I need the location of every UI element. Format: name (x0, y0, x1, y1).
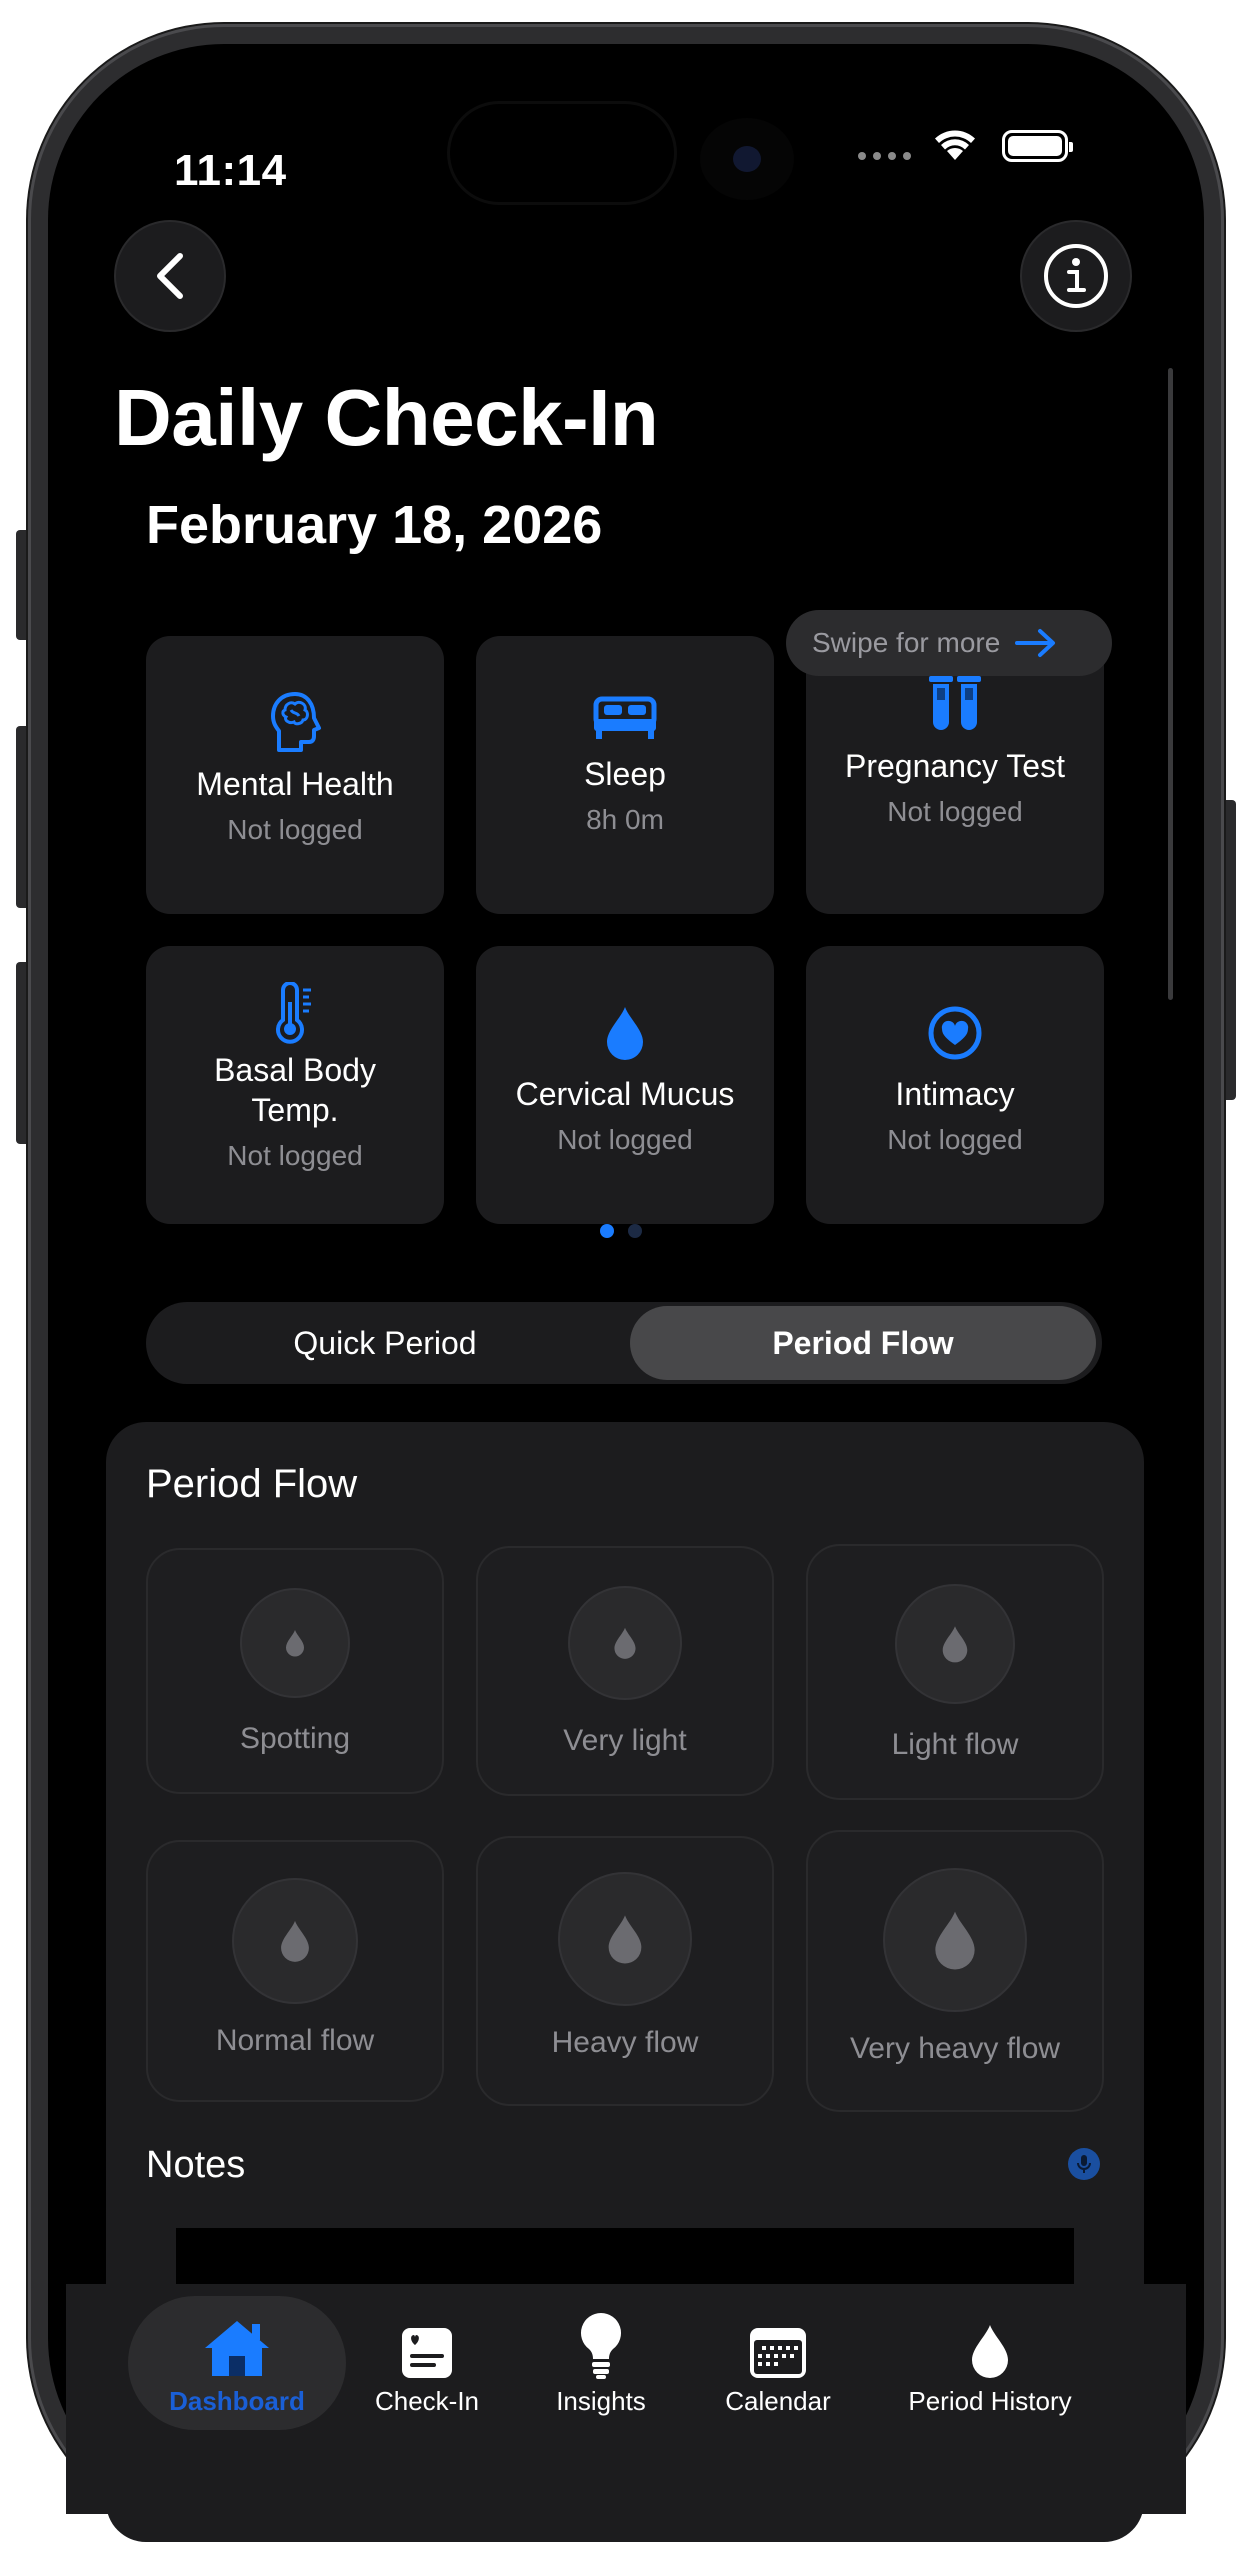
notes-label: Notes (146, 2144, 246, 2186)
status-time: 11:14 (174, 146, 287, 195)
page-indicator[interactable] (600, 1224, 642, 1238)
tab-insights[interactable]: Insights (534, 2310, 668, 2417)
tile-label: Basal Body Temp. (214, 1052, 376, 1128)
signal-icon (858, 152, 911, 160)
drop-icon (240, 1588, 350, 1698)
drop-icon (232, 1878, 358, 2004)
page-dot (628, 1224, 642, 1238)
flow-option-label: Very heavy flow (849, 2032, 1061, 2065)
tab-label: Insights (556, 2386, 646, 2416)
tile-pregnancy-test[interactable]: Pregnancy Test Not logged (806, 636, 1104, 914)
tab-label: Check-In (374, 2386, 480, 2416)
tile-label: Sleep (584, 756, 666, 792)
drop-icon (603, 998, 647, 1068)
thermometer-icon (273, 982, 317, 1044)
drop-icon (883, 1868, 1027, 2012)
flow-option-label: Normal flow (215, 2024, 375, 2057)
heart-circle-icon (927, 998, 983, 1068)
swipe-hint[interactable]: Swipe for more (786, 610, 1112, 676)
tab-label: Dashboard (169, 2386, 305, 2416)
tab-label: Calendar (725, 2386, 831, 2416)
test-tubes-icon (927, 670, 983, 740)
checkin-icon (400, 2310, 454, 2380)
tile-cervical-mucus[interactable]: Cervical Mucus Not logged (476, 946, 774, 1224)
tile-status: 8h 0m (586, 804, 664, 835)
tile-status: Not logged (887, 1124, 1023, 1155)
tile-basal-body-temp[interactable]: Basal Body Temp. Not logged (146, 946, 444, 1224)
drop-icon (568, 1586, 682, 1700)
drop-icon (968, 2310, 1012, 2380)
flow-option-label: Light flow (891, 1728, 1019, 1761)
wifi-icon (932, 126, 978, 167)
back-button[interactable] (114, 220, 226, 332)
flow-option-label: Spotting (239, 1722, 351, 1755)
tile-status: Not logged (227, 1140, 363, 1171)
tile-status: Not logged (227, 814, 363, 845)
lightbulb-icon (578, 2310, 624, 2380)
tile-label: Pregnancy Test (845, 748, 1065, 784)
info-button[interactable] (1020, 220, 1132, 332)
tile-status: Not logged (887, 796, 1023, 827)
mic-icon (1077, 2155, 1091, 2173)
tile-intimacy[interactable]: Intimacy Not logged (806, 946, 1104, 1224)
drop-icon (558, 1872, 692, 2006)
swipe-hint-label: Swipe for more (812, 627, 1001, 658)
page-date: February 18, 2026 (146, 495, 603, 555)
tab-calendar[interactable]: Calendar (708, 2310, 848, 2417)
tile-mental-health[interactable]: Mental Health Not logged (146, 636, 444, 914)
battery-icon (1002, 130, 1073, 162)
drop-icon (895, 1584, 1015, 1704)
tile-label: Mental Health (196, 766, 394, 802)
scrollbar[interactable] (1168, 368, 1173, 1000)
tab-label: Period History (908, 2386, 1072, 2416)
dynamic-island (450, 104, 674, 202)
flow-option-normal-flow[interactable]: Normal flow (146, 1840, 444, 2102)
tile-sleep[interactable]: Sleep 8h 0m (476, 636, 774, 914)
flow-option-heavy-flow[interactable]: Heavy flow (476, 1836, 774, 2106)
flow-option-label: Heavy flow (551, 2026, 699, 2059)
info-icon (1044, 244, 1108, 308)
tab-dashboard[interactable]: Dashboard (150, 2310, 324, 2417)
chevron-left-icon (157, 253, 183, 299)
tab-period-history[interactable]: Period History (880, 2310, 1100, 2417)
flow-option-label: Very light (563, 1724, 687, 1757)
segment-period-flow[interactable]: Period Flow (630, 1306, 1096, 1380)
segment-quick-period[interactable]: Quick Period (146, 1302, 624, 1384)
camera-icon (700, 118, 794, 200)
flow-option-light-flow[interactable]: Light flow (806, 1544, 1104, 1800)
brain-head-icon (267, 688, 323, 758)
power-button (1222, 800, 1236, 1100)
page-dot-active (600, 1224, 614, 1238)
flow-option-very-heavy-flow[interactable]: Very heavy flow (806, 1830, 1104, 2112)
tile-label: Cervical Mucus (515, 1076, 735, 1112)
tab-check-in[interactable]: Check-In (360, 2310, 494, 2417)
calendar-icon (748, 2310, 808, 2380)
tile-label: Intimacy (895, 1076, 1015, 1112)
mic-button[interactable] (1068, 2148, 1100, 2180)
flow-option-very-light[interactable]: Very light (476, 1546, 774, 1796)
arrow-right-icon (1015, 629, 1056, 657)
tile-status: Not logged (557, 1124, 693, 1155)
page-title: Daily Check-In (114, 373, 659, 462)
period-flow-title: Period Flow (146, 1462, 358, 1506)
house-icon (202, 2310, 272, 2380)
mode-segmented-control: Quick Period Period Flow (146, 1302, 1102, 1384)
flow-option-spotting[interactable]: Spotting (146, 1548, 444, 1794)
bed-icon (592, 688, 658, 748)
